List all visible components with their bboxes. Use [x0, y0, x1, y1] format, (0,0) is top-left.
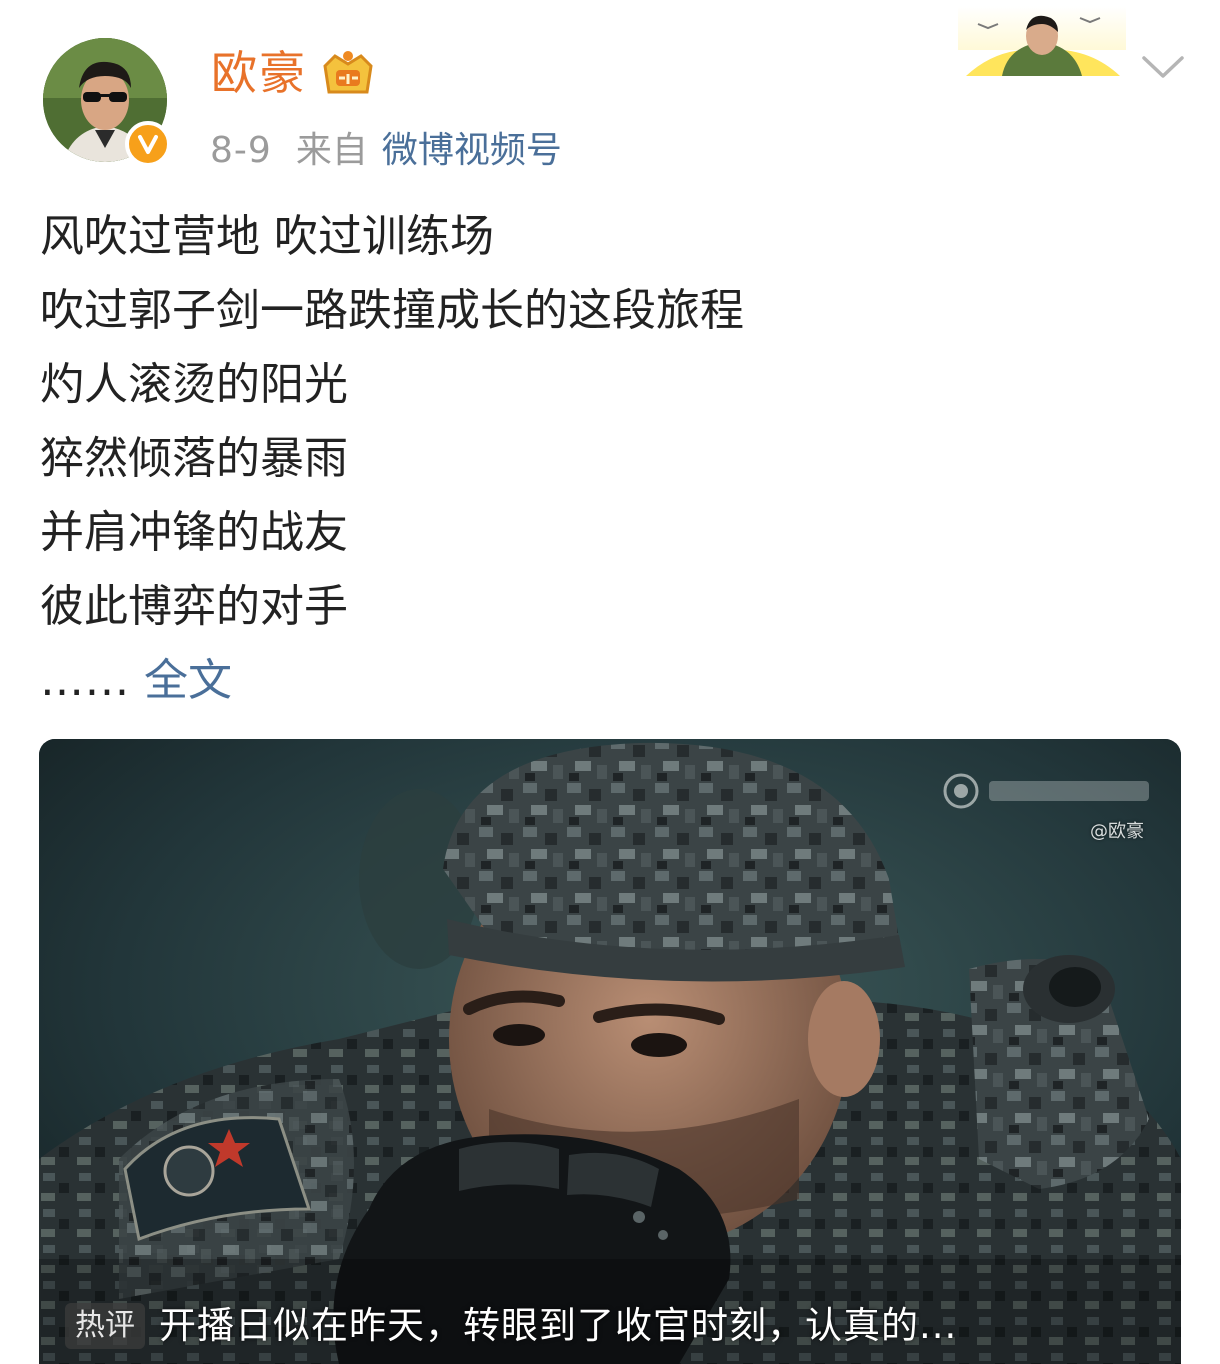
- post-line: 彼此博弈的对手: [40, 581, 348, 632]
- user-level-crown-icon[interactable]: [319, 48, 377, 98]
- post-line: 并肩冲锋的战友: [40, 507, 348, 558]
- verified-v-icon: [125, 121, 171, 167]
- chevron-down-icon[interactable]: [1140, 52, 1186, 82]
- post-line: 猝然倾落的暴雨: [40, 433, 348, 484]
- author-name[interactable]: 欧豪: [211, 45, 307, 101]
- ellipsis: …...: [40, 655, 130, 706]
- video-frame: [39, 739, 1181, 1364]
- hot-comment-tag: 热评: [65, 1303, 145, 1349]
- watermark-username: @欧豪: [1090, 821, 1144, 842]
- post-line: 风吹过营地 吹过训练场: [40, 211, 494, 262]
- profile-decoration-banner: [958, 6, 1126, 82]
- hot-comment[interactable]: 热评 开播日似在昨天，转眼到了收官时刻，认真的...: [65, 1303, 957, 1349]
- full-text-link[interactable]: 全文: [144, 655, 232, 706]
- post-meta: 8-9 来自 微博视频号: [210, 128, 562, 174]
- post-date: 8-9: [210, 130, 272, 171]
- hot-comment-text: 开播日似在昨天，转眼到了收官时刻，认真的...: [159, 1304, 958, 1347]
- from-label: 来自: [295, 130, 368, 171]
- post-source-link[interactable]: 微博视频号: [382, 130, 562, 171]
- post-line: 灼人滚烫的阳光: [40, 359, 348, 410]
- weibo-logo-watermark: [931, 769, 1161, 813]
- post-line: 吹过郭子剑一路跌撞成长的这段旅程: [40, 285, 744, 336]
- video-player[interactable]: @欧豪 热评 开播日似在昨天，转眼到了收官时刻，认真的...: [39, 739, 1181, 1364]
- post-body: 风吹过营地 吹过训练场 吹过郭子剑一路跌撞成长的这段旅程 灼人滚烫的阳光 猝然倾…: [40, 200, 1180, 718]
- more-line: …... 全文: [40, 644, 1180, 718]
